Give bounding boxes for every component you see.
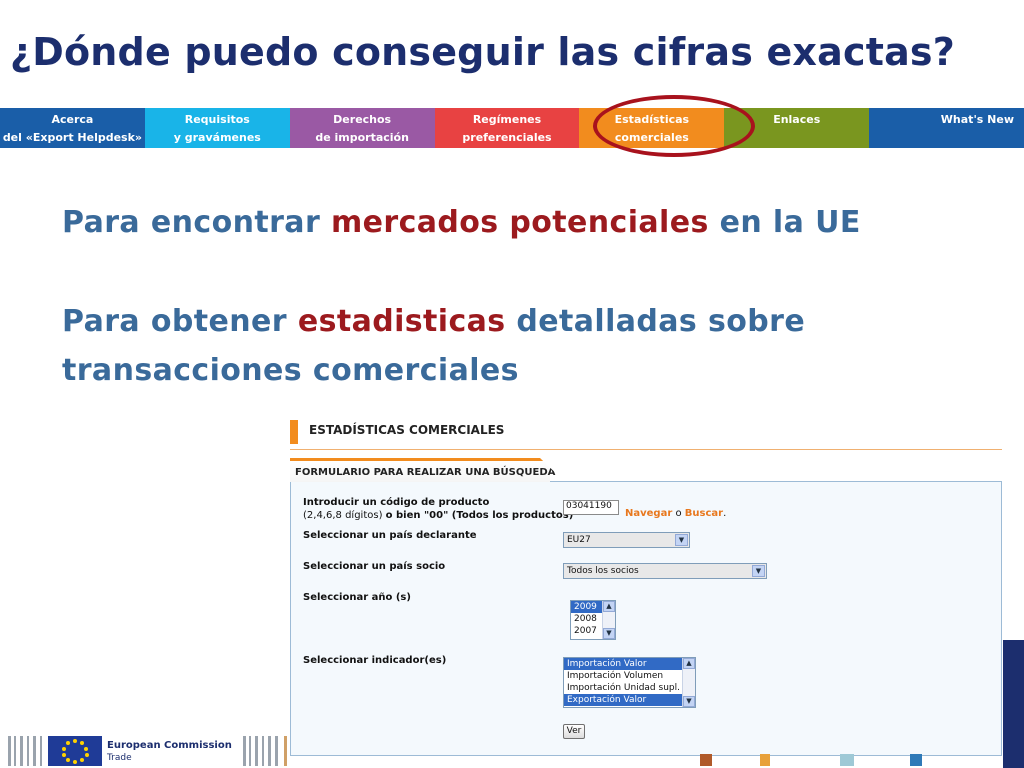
partner-country-value: Todos los socios — [567, 566, 639, 576]
nav-item-line1: Enlaces — [773, 113, 821, 126]
product-code-label-all: o bien "00" (Todos los productos) — [385, 510, 574, 521]
nav-item-line1: Estadísticas — [614, 113, 690, 126]
product-code-label-line2: (2,4,6,8 dígitos) — [303, 510, 386, 521]
nav-item-line2: preferenciales — [462, 131, 552, 144]
nav-item-regimenes[interactable]: Regímenes preferenciales — [434, 108, 580, 148]
bullet-highlight: mercados potenciales — [330, 205, 709, 240]
product-code-input[interactable]: 03041190 — [563, 500, 619, 515]
reporter-country-select[interactable]: EU27 ▼ — [563, 532, 690, 548]
nav-item-line1: Regímenes — [472, 113, 542, 126]
nav-item-requisitos[interactable]: Requisitos y gravámenes — [144, 108, 290, 148]
indicator-label: Seleccionar indicador(es) — [303, 655, 447, 666]
bullet-text: Para encontrar — [62, 205, 331, 240]
listbox-scrollbar[interactable]: ▲ ▼ — [682, 658, 695, 707]
indicator-option[interactable]: Importación Valor — [564, 658, 683, 670]
indicator-option[interactable]: Exportación Valor — [564, 694, 683, 706]
bullet-markets: Para encontrar mercados potenciales en l… — [62, 205, 861, 240]
bullet-highlight: estadisticas — [297, 304, 506, 339]
period-text: . — [723, 508, 727, 519]
nav-item-line2: y gravámenes — [173, 131, 261, 144]
brand-name: European Commission — [107, 740, 232, 751]
scroll-down-icon[interactable]: ▼ — [683, 696, 695, 707]
bullet-statistics-continued: transacciones comerciales — [62, 353, 519, 388]
reporter-country-value: EU27 — [567, 535, 591, 545]
side-decoration-strip — [1003, 640, 1024, 768]
nav-item-estadisticas[interactable]: Estadísticas comerciales — [579, 108, 725, 148]
main-nav-bar: Acerca del «Export Helpdesk» Requisitos … — [0, 108, 1024, 148]
year-listbox[interactable]: 2009 2008 2007 ▲ ▼ — [570, 600, 616, 640]
indicator-option[interactable]: Importación Volumen — [564, 670, 683, 682]
nav-item-whats-new[interactable]: What's New — [869, 108, 1024, 148]
scroll-up-icon[interactable]: ▲ — [603, 601, 615, 612]
product-code-label-line1: Introducir un código de producto — [303, 497, 490, 508]
bullet-statistics: Para obtener estadisticas detalladas sob… — [62, 304, 805, 339]
section-header: ESTADÍSTICAS COMERCIALES — [290, 420, 1002, 450]
section-accent-bar — [290, 420, 298, 444]
year-label: Seleccionar año (s) — [303, 592, 411, 603]
indicator-option[interactable]: Importación Unidad supl. — [564, 682, 683, 694]
listbox-scrollbar[interactable]: ▲ ▼ — [602, 601, 615, 639]
partner-country-select[interactable]: Todos los socios ▼ — [563, 563, 767, 579]
brand-subtitle: Trade — [107, 753, 132, 763]
bullet-text: detalladas sobre — [505, 304, 806, 339]
nav-item-line1: Derechos — [333, 113, 392, 126]
search-link[interactable]: Buscar — [685, 508, 723, 519]
nav-item-line2: del «Export Helpdesk» — [2, 131, 143, 144]
chevron-down-icon[interactable]: ▼ — [675, 534, 688, 546]
year-option[interactable]: 2008 — [571, 613, 603, 625]
product-code-label: Introducir un código de producto (2,4,6,… — [303, 496, 573, 522]
nav-item-enlaces[interactable]: Enlaces — [724, 108, 870, 148]
nav-item-line1: Acerca — [51, 113, 94, 126]
scroll-up-icon[interactable]: ▲ — [683, 658, 695, 669]
year-option[interactable]: 2007 — [571, 625, 603, 637]
form-tab-label: FORMULARIO PARA REALIZAR UNA BÚSQUEDA — [295, 467, 556, 478]
nav-item-derechos[interactable]: Derechos de importación — [289, 108, 435, 148]
search-form-box — [290, 481, 1002, 756]
product-links: Navegar o Buscar. — [625, 508, 726, 519]
navigate-link[interactable]: Navegar — [625, 508, 672, 519]
section-title: ESTADÍSTICAS COMERCIALES — [309, 423, 505, 437]
footer-brand: European Commission Trade — [107, 740, 232, 764]
bullet-text: en la UE — [708, 205, 861, 240]
indicator-listbox[interactable]: Importación Valor Importación Volumen Im… — [563, 657, 696, 708]
chevron-down-icon[interactable]: ▼ — [752, 565, 765, 577]
partner-country-label: Seleccionar un país socio — [303, 561, 446, 572]
trade-statistics-form-screenshot: ESTADÍSTICAS COMERCIALES FORMULARIO PARA… — [290, 414, 1002, 756]
eu-flag-logo — [48, 736, 102, 766]
submit-button[interactable]: Ver — [563, 724, 585, 739]
form-tab[interactable]: FORMULARIO PARA REALIZAR UNA BÚSQUEDA — [290, 458, 555, 482]
year-option[interactable]: 2009 — [571, 601, 603, 613]
reporter-country-label: Seleccionar un país declarante — [303, 530, 477, 541]
nav-item-line2: comerciales — [614, 131, 689, 144]
nav-item-acerca[interactable]: Acerca del «Export Helpdesk» — [0, 108, 145, 148]
nav-item-line1: What's New — [940, 113, 1015, 126]
scroll-down-icon[interactable]: ▼ — [603, 628, 615, 639]
slide-title: ¿Dónde puedo conseguir las cifras exacta… — [10, 30, 955, 74]
bullet-text: Para obtener — [62, 304, 298, 339]
nav-item-line1: Requisitos — [184, 113, 250, 126]
or-text: o — [672, 508, 685, 519]
nav-item-line2: de importación — [315, 131, 409, 144]
